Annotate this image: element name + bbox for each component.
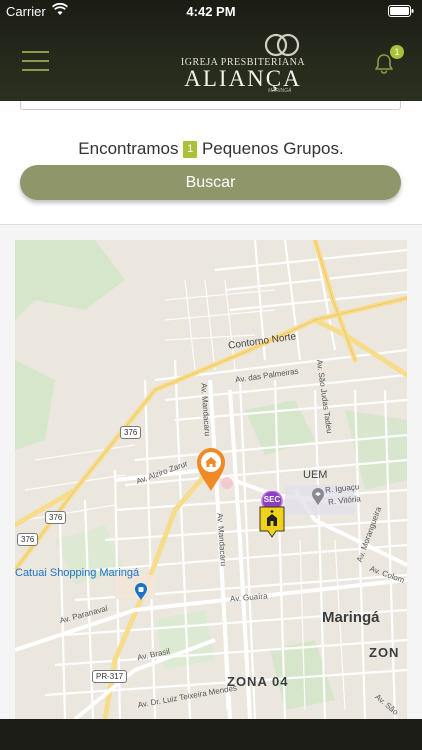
result-count-badge: 1: [183, 141, 198, 158]
church-marker-label: SEC: [263, 495, 281, 504]
result-prefix: Encontramos: [78, 139, 179, 158]
logo-sub-text: MARINGÁ: [268, 88, 292, 94]
result-suffix: Pequenos Grupos.: [201, 139, 344, 158]
map-view[interactable]: Contorno Norte Av. das Palmeiras Av. São…: [15, 240, 407, 719]
label-maringa: Maringá: [322, 609, 380, 626]
rings-icon: [264, 33, 300, 57]
label-catuai-shopping: Catuai Shopping Maringá: [15, 567, 140, 579]
road-shield-pr317: PR-317: [92, 670, 128, 683]
search-button[interactable]: Buscar: [20, 165, 401, 200]
hamburger-menu-icon[interactable]: [22, 49, 50, 73]
house-marker-icon[interactable]: [196, 448, 226, 492]
label-zona-right: ZON: [369, 645, 400, 660]
road-shield-376-c: 376: [17, 533, 39, 546]
road-shield-376-b: 376: [45, 511, 67, 524]
label-uem: UEM: [303, 469, 328, 481]
filter-input-edge[interactable]: [20, 101, 401, 110]
bottom-bar: [0, 719, 422, 750]
status-time: 4:42 PM: [186, 4, 236, 19]
church-logo: IGREJA PRESBITERIANA ALIANÇA MARINGÁ: [178, 30, 308, 96]
result-summary: Encontramos 1 Pequenos Grupos.: [0, 139, 422, 159]
uem-location-icon[interactable]: [311, 488, 325, 506]
label-zona-04: ZONA 04: [227, 674, 289, 689]
battery-icon: [388, 5, 414, 17]
app-header: Carrier 4:42 PM IGREJA PRESBITERIANA ALI…: [0, 0, 422, 101]
notification-badge: 1: [390, 45, 404, 59]
shopping-location-icon[interactable]: [134, 583, 148, 601]
church-marker[interactable]: SEC: [256, 491, 288, 541]
search-panel: Encontramos 1 Pequenos Grupos. Buscar: [0, 101, 422, 225]
status-bar: Carrier 4:42 PM: [0, 0, 422, 22]
road-shield-376-a: 376: [120, 426, 142, 439]
